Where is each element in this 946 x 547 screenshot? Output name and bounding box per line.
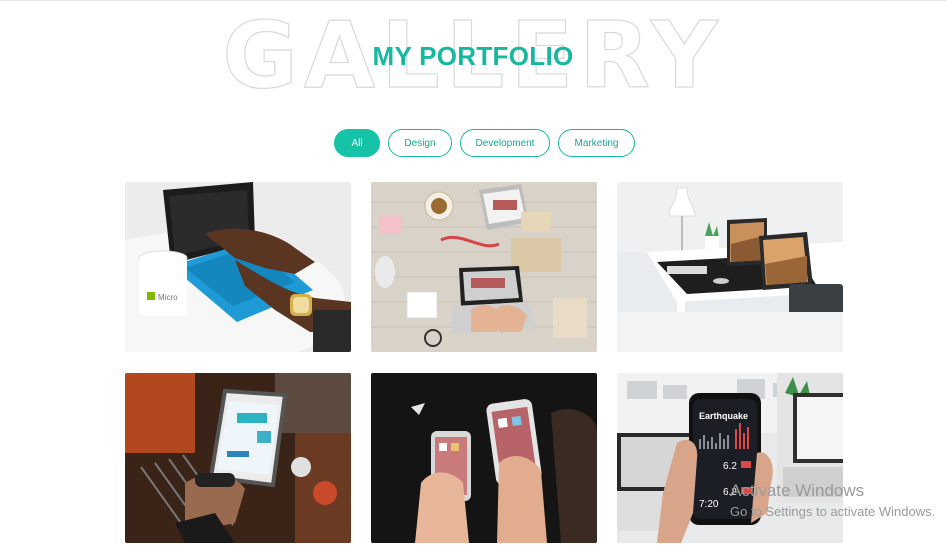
gallery-image-white-desk	[617, 182, 843, 352]
phone-app-title: Earthquake	[699, 411, 748, 421]
gallery-item-desk-flatlay[interactable]	[371, 182, 597, 352]
top-border	[0, 0, 946, 1]
gallery-item-scanner[interactable]	[125, 373, 351, 543]
phone-readout-2: 6.2	[723, 487, 737, 498]
filter-all-button[interactable]: All	[334, 129, 380, 157]
filter-design-button[interactable]: Design	[388, 129, 452, 157]
filter-development-button[interactable]: Development	[460, 129, 550, 157]
gallery-item-phones[interactable]	[371, 373, 597, 543]
gallery-image-desk-flatlay	[371, 182, 597, 352]
gallery-image-scanner	[125, 373, 351, 543]
gallery-image-earthquake-app: Earthquake 6.2 6.2 7:20	[617, 373, 843, 543]
gallery-image-phones	[371, 373, 597, 543]
filter-bar: All Design Development Marketing	[0, 129, 946, 159]
phone-time: 7:20	[699, 499, 719, 510]
cup-brand-text: Micro	[158, 293, 178, 302]
gallery-image-laptop: Micro	[125, 182, 351, 352]
filter-marketing-button[interactable]: Marketing	[558, 129, 635, 157]
phone-readout-1: 6.2	[723, 461, 737, 472]
gallery-item-white-desk[interactable]	[617, 182, 843, 352]
gallery-item-laptop[interactable]: Micro	[125, 182, 351, 352]
gallery-item-earthquake-app[interactable]: Earthquake 6.2 6.2 7:20	[617, 373, 843, 543]
section-title: MY PORTFOLIO	[372, 41, 574, 71]
